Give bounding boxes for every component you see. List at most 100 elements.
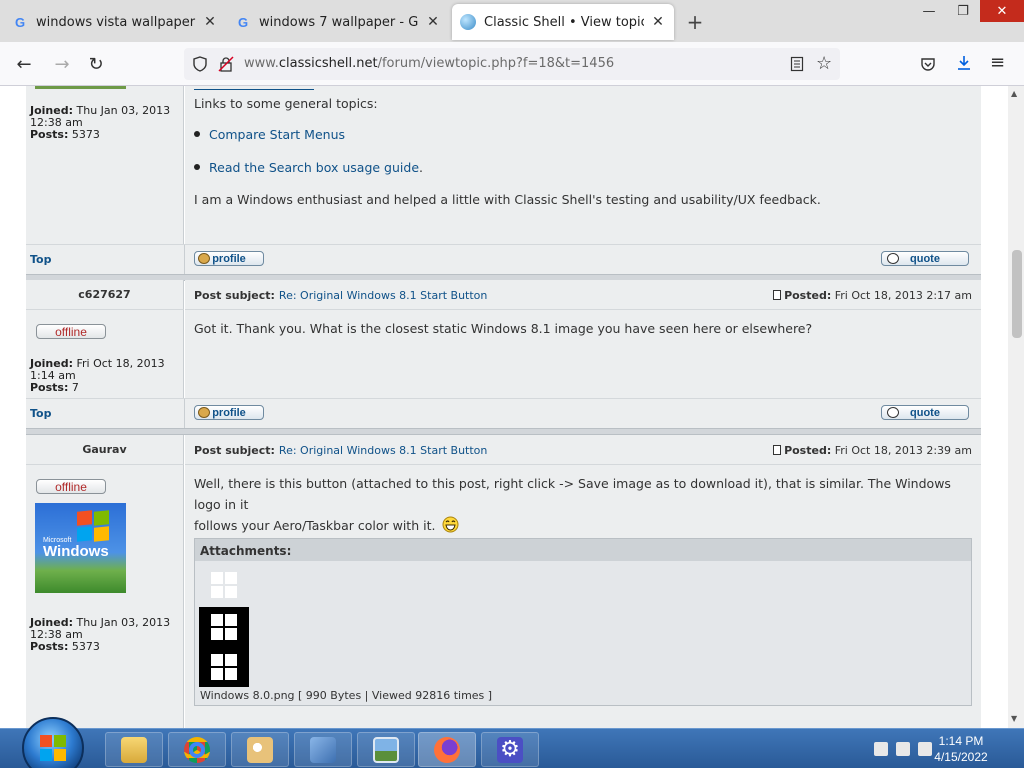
scroll-down-icon[interactable]: ▼ xyxy=(1011,714,1017,723)
search-guide-link[interactable]: Read the Search box usage guide xyxy=(209,160,419,175)
control-panel-icon xyxy=(310,736,336,763)
url-host: classicshell.net xyxy=(278,56,378,71)
post-icon[interactable] xyxy=(773,445,782,455)
attachment-image[interactable] xyxy=(199,607,249,647)
avatar[interactable]: Microsoft Windows xyxy=(35,503,126,593)
taskbar-firefox[interactable] xyxy=(418,732,476,767)
scroll-thumb[interactable] xyxy=(1012,250,1022,338)
restore-button[interactable]: ❐ xyxy=(946,0,980,22)
post-body: Well, there is this button (attached to … xyxy=(194,473,981,536)
signature-divider xyxy=(194,89,314,90)
tab-windows-vista-wallpaper[interactable]: G windows vista wallpaper - Goog ✕ xyxy=(4,4,226,40)
subject-link[interactable]: Re: Original Windows 8.1 Start Button xyxy=(279,289,487,302)
posted-value: Fri Oct 18, 2013 2:39 am xyxy=(834,444,972,457)
quote-icon xyxy=(887,253,899,264)
chrome-icon xyxy=(184,736,210,763)
hamburger-menu-icon[interactable]: ≡ xyxy=(990,52,1005,73)
column-divider xyxy=(184,399,185,429)
taskbar-control-panel[interactable] xyxy=(294,732,352,767)
url-text[interactable]: www.classicshell.net/forum/viewtopic.php… xyxy=(244,56,614,71)
posts-value: 5373 xyxy=(71,128,100,141)
posts-label: Posts: xyxy=(30,381,69,394)
paint-icon xyxy=(247,736,273,763)
nav-bar: ← → ↻ www.classicshell.net/forum/viewtop… xyxy=(0,42,1024,86)
post-author[interactable]: c627627 xyxy=(26,280,184,310)
taskbar-paint[interactable] xyxy=(231,732,289,767)
photo-viewer-icon xyxy=(373,736,399,763)
close-icon[interactable]: ✕ xyxy=(650,14,666,30)
shield-icon[interactable] xyxy=(192,56,208,72)
column-divider xyxy=(184,245,185,275)
link-suffix: . xyxy=(419,160,423,175)
tab-label: windows vista wallpaper - Goog xyxy=(36,14,196,30)
reload-button[interactable]: ↻ xyxy=(84,52,108,76)
compare-start-menus-link[interactable]: Compare Start Menus xyxy=(209,127,345,142)
taskbar-photo-viewer[interactable] xyxy=(357,732,415,767)
quote-icon xyxy=(887,407,899,418)
close-icon[interactable]: ✕ xyxy=(202,14,218,30)
folder-icon xyxy=(121,736,147,763)
list-item: Read the Search box usage guide. xyxy=(194,160,423,175)
classic-shell-icon xyxy=(460,14,476,30)
posts-label: Posts: xyxy=(30,128,69,141)
attachment-image[interactable] xyxy=(199,565,249,605)
taskbar-settings[interactable]: ⚙ xyxy=(481,732,539,767)
quote-button[interactable]: quote xyxy=(881,405,969,420)
taskbar-chrome[interactable] xyxy=(168,732,226,767)
action-center-flag-icon[interactable] xyxy=(874,742,888,756)
quote-button[interactable]: quote xyxy=(881,251,969,266)
google-icon: G xyxy=(237,14,249,30)
subject-label: Post subject: xyxy=(194,444,275,457)
minimize-button[interactable]: — xyxy=(912,0,946,22)
reader-view-icon[interactable] xyxy=(790,56,804,72)
profile-button[interactable]: profile xyxy=(194,405,264,420)
scroll-up-icon[interactable]: ▲ xyxy=(1011,89,1017,98)
quote-label: quote xyxy=(910,406,940,419)
close-icon[interactable]: ✕ xyxy=(425,14,441,30)
clock[interactable]: 1:14 PM 4/15/2022 xyxy=(926,733,996,765)
top-link[interactable]: Top xyxy=(30,253,51,266)
insecure-lock-icon[interactable] xyxy=(218,56,234,72)
post-date: Posted: Fri Oct 18, 2013 2:39 am xyxy=(773,444,972,457)
page-scrollbar[interactable]: ▲ ▼ xyxy=(1008,86,1024,728)
back-button[interactable]: ← xyxy=(12,52,36,76)
windows-flag-icon xyxy=(77,510,111,543)
post-author[interactable]: Gaurav xyxy=(26,435,184,465)
joined-value: Thu Jan 03, 2013 xyxy=(76,104,171,117)
post-date: Posted: Fri Oct 18, 2013 2:17 am xyxy=(773,289,972,302)
windows-logo-icon xyxy=(211,654,237,680)
user-info: Joined: Thu Jan 03, 2013 12:38 am Posts:… xyxy=(30,617,170,653)
attachment-image[interactable] xyxy=(199,647,249,687)
pocket-icon[interactable] xyxy=(920,56,936,72)
posts-label: Posts: xyxy=(30,640,69,653)
profile-button[interactable]: profile xyxy=(194,251,264,266)
offline-badge: offline xyxy=(36,324,106,339)
windows-logo-icon xyxy=(211,614,237,640)
avatar-windows-text: Windows xyxy=(43,543,109,560)
attachments-box: Attachments: Windows 8.0.png [ 990 Bytes… xyxy=(194,538,972,706)
avatar-edge xyxy=(35,86,126,89)
bookmark-star-icon[interactable]: ☆ xyxy=(816,53,832,74)
url-bar[interactable]: www.classicshell.net/forum/viewtopic.php… xyxy=(184,48,840,80)
profile-icon xyxy=(198,253,210,264)
close-window-button[interactable]: ✕ xyxy=(980,0,1024,22)
subject-label: Post subject: xyxy=(194,289,275,302)
network-icon[interactable] xyxy=(896,742,910,756)
top-link[interactable]: Top xyxy=(30,407,51,420)
tab-classic-shell[interactable]: Classic Shell • View topic - Origi ✕ xyxy=(452,4,674,40)
new-tab-button[interactable]: + xyxy=(685,10,705,34)
system-tray: 1:14 PM 4/15/2022 xyxy=(854,729,1024,768)
forward-button[interactable]: → xyxy=(50,52,74,76)
post-body: Got it. Thank you. What is the closest s… xyxy=(194,321,813,336)
tab-windows-7-wallpaper[interactable]: G windows 7 wallpaper - Google S ✕ xyxy=(227,4,449,40)
reload-icon: ↻ xyxy=(88,53,104,75)
download-icon[interactable] xyxy=(955,54,973,72)
post-separator xyxy=(26,428,981,435)
joined-value: Thu Jan 03, 2013 xyxy=(76,616,171,629)
profile-label: profile xyxy=(212,252,246,265)
posts-value: 7 xyxy=(71,381,79,394)
taskbar-explorer[interactable] xyxy=(105,732,163,767)
subject-link[interactable]: Re: Original Windows 8.1 Start Button xyxy=(279,444,487,457)
bullet-icon xyxy=(194,164,200,170)
post-icon[interactable] xyxy=(773,290,782,300)
